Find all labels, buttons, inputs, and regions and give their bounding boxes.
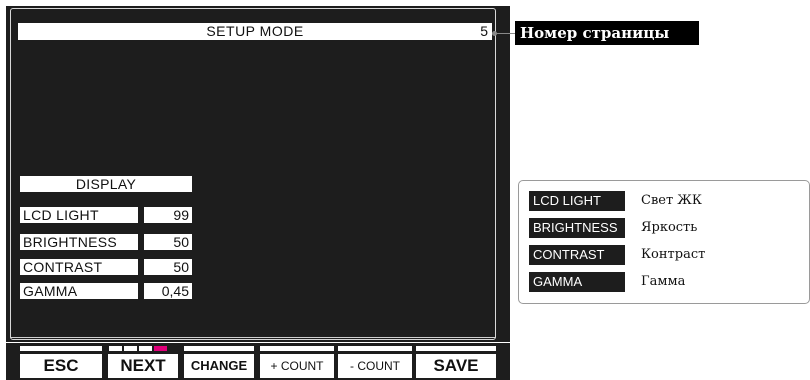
setting-value: 0,45 <box>144 283 192 299</box>
page-number: 5 <box>480 23 488 39</box>
key-cap <box>260 346 334 351</box>
legend-description: Гамма <box>641 274 686 289</box>
key-cap <box>416 346 496 351</box>
setting-value: 50 <box>144 259 192 275</box>
setting-label: GAMMA <box>20 283 138 299</box>
legend-term: CONTRAST <box>529 245 625 265</box>
section-header-display: DISPLAY <box>20 176 192 192</box>
esc-button[interactable]: ESC <box>20 354 102 378</box>
change-button[interactable]: CHANGE <box>184 354 254 378</box>
setting-value: 99 <box>144 207 192 223</box>
setting-value: 50 <box>144 234 192 250</box>
key-cap <box>20 346 102 351</box>
save-button[interactable]: SAVE <box>416 354 496 378</box>
legend-term: BRIGHTNESS <box>529 218 625 238</box>
title-bar: SETUP MODE 5 <box>18 23 492 40</box>
pager-segment-active <box>154 346 167 351</box>
callout-leader-line <box>494 33 516 34</box>
next-button[interactable]: NEXT <box>108 354 178 378</box>
legend-term: GAMMA <box>529 272 625 292</box>
legend-box: LCD LIGHT Свет ЖК BRIGHTNESS Яркость CON… <box>518 180 810 304</box>
pager-segment <box>124 346 137 351</box>
setting-label: CONTRAST <box>20 259 138 275</box>
setting-label: BRIGHTNESS <box>20 234 138 250</box>
key-cap <box>184 346 254 351</box>
legend-description: Свет ЖК <box>641 193 702 208</box>
setting-label: LCD LIGHT <box>20 207 138 223</box>
minus-count-button[interactable]: - COUNT <box>338 354 412 378</box>
legend-description: Контраст <box>641 247 706 262</box>
legend-description: Яркость <box>641 220 698 235</box>
pager-segment <box>109 346 122 351</box>
screen-divider <box>10 337 496 338</box>
pager-segment <box>139 346 152 351</box>
plus-count-button[interactable]: + COUNT <box>260 354 334 378</box>
callout-page-number-label: Номер страницы <box>515 21 699 45</box>
key-cap <box>338 346 412 351</box>
legend-term: LCD LIGHT <box>529 191 625 211</box>
screen-title: SETUP MODE <box>206 23 304 39</box>
